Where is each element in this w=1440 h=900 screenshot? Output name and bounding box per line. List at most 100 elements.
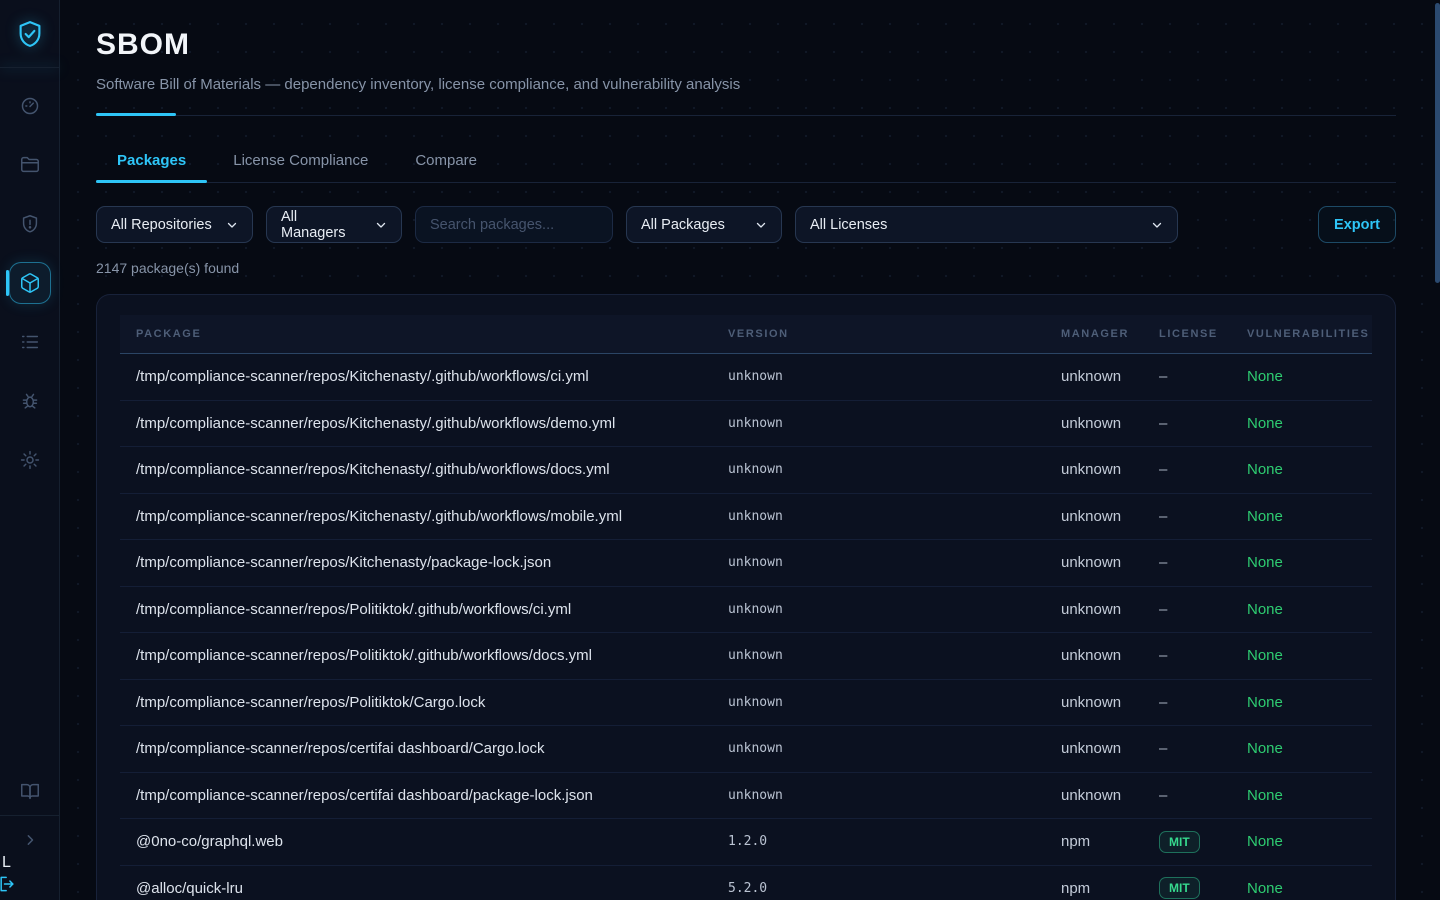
package-license: –: [1159, 601, 1247, 618]
sidebar-item-package[interactable]: [9, 262, 51, 304]
table-row[interactable]: /tmp/compliance-scanner/repos/Kitchenast…: [120, 447, 1372, 494]
page-title: SBOM: [96, 28, 1396, 62]
licenses-select-value: All Licenses: [810, 217, 887, 233]
package-manager: unknown: [1061, 787, 1159, 804]
package-license: –: [1159, 368, 1247, 385]
vulnerability-status: None: [1247, 508, 1356, 525]
table-body: /tmp/compliance-scanner/repos/Kitchenast…: [120, 354, 1372, 900]
package-manager: npm: [1061, 880, 1159, 897]
package-path: /tmp/compliance-scanner/repos/Kitchenast…: [136, 461, 728, 478]
package-license: –: [1159, 647, 1247, 664]
managers-select[interactable]: All Managers: [266, 206, 402, 243]
package-path: /tmp/compliance-scanner/repos/Politiktok…: [136, 694, 728, 711]
packages-table-card: PACKAGE VERSION MANAGER LICENSE VULNERAB…: [96, 294, 1396, 900]
package-manager: unknown: [1061, 694, 1159, 711]
results-count: 2147 package(s) found: [96, 260, 1396, 276]
licenses-select[interactable]: All Licenses: [795, 206, 1178, 243]
table-row[interactable]: /tmp/compliance-scanner/repos/Kitchenast…: [120, 354, 1372, 401]
table-row[interactable]: /tmp/compliance-scanner/repos/Kitchenast…: [120, 494, 1372, 541]
vulnerability-status: None: [1247, 554, 1356, 571]
bug-icon: [19, 390, 41, 412]
gauge-icon: [19, 95, 41, 117]
package-manager: npm: [1061, 833, 1159, 850]
packages-select[interactable]: All Packages: [626, 206, 782, 243]
package-manager: unknown: [1061, 461, 1159, 478]
package-license: –: [1159, 461, 1247, 478]
package-version: unknown: [728, 416, 1061, 431]
vulnerability-status: None: [1247, 415, 1356, 432]
table-row[interactable]: /tmp/compliance-scanner/repos/Politiktok…: [120, 633, 1372, 680]
table-row[interactable]: /tmp/compliance-scanner/repos/Politiktok…: [120, 680, 1372, 727]
sidebar-item-list[interactable]: [9, 321, 51, 363]
package-path: /tmp/compliance-scanner/repos/certifai d…: [136, 740, 728, 757]
package-path: /tmp/compliance-scanner/repos/Politiktok…: [136, 647, 728, 664]
table-row[interactable]: @alloc/quick-lru 5.2.0 npm MIT None: [120, 866, 1372, 900]
filter-bar: All Repositories All Managers All Packag…: [96, 206, 1396, 243]
package-version: 5.2.0: [728, 881, 1061, 896]
column-header-license: LICENSE: [1159, 328, 1247, 340]
column-header-manager: MANAGER: [1061, 328, 1159, 340]
sidebar-item-folder[interactable]: [9, 144, 51, 186]
tab-packages[interactable]: Packages: [96, 152, 207, 182]
search-input[interactable]: [415, 206, 613, 243]
column-header-vulnerabilities: VULNERABILITIES: [1247, 328, 1369, 340]
package-license: –: [1159, 740, 1247, 757]
package-manager: unknown: [1061, 601, 1159, 618]
package-manager: unknown: [1061, 415, 1159, 432]
vulnerability-status: None: [1247, 833, 1356, 850]
vulnerability-status: None: [1247, 880, 1356, 897]
managers-select-value: All Managers: [281, 209, 365, 241]
vulnerability-status: None: [1247, 601, 1356, 618]
repositories-select[interactable]: All Repositories: [96, 206, 253, 243]
sidebar-item-docs[interactable]: [9, 773, 51, 809]
package-manager: unknown: [1061, 740, 1159, 757]
sidebar-item-gauge[interactable]: [9, 85, 51, 127]
table-row[interactable]: /tmp/compliance-scanner/repos/Politiktok…: [120, 587, 1372, 634]
table-row[interactable]: @0no-co/graphql.web 1.2.0 npm MIT None: [120, 819, 1372, 866]
package-license: –: [1159, 508, 1247, 525]
table-row[interactable]: /tmp/compliance-scanner/repos/Kitchenast…: [120, 401, 1372, 448]
sidebar-nav: [0, 85, 59, 481]
sidebar-item-shield-alert[interactable]: [9, 203, 51, 245]
tab-bar: Packages License Compliance Compare: [96, 152, 1396, 183]
package-version: unknown: [728, 509, 1061, 524]
package-version: unknown: [728, 695, 1061, 710]
vulnerability-status: None: [1247, 694, 1356, 711]
vulnerability-status: None: [1247, 740, 1356, 757]
package-path: /tmp/compliance-scanner/repos/Kitchenast…: [136, 554, 728, 571]
package-path: /tmp/compliance-scanner/repos/Kitchenast…: [136, 508, 728, 525]
tab-license-compliance[interactable]: License Compliance: [212, 152, 389, 182]
package-path: @0no-co/graphql.web: [136, 833, 728, 850]
package-license: –: [1159, 554, 1247, 571]
logout-overflow[interactable]: L: [2, 855, 22, 891]
package-version: unknown: [728, 369, 1061, 384]
package-license: –: [1159, 694, 1247, 711]
package-path: /tmp/compliance-scanner/repos/certifai d…: [136, 787, 728, 804]
table-row[interactable]: /tmp/compliance-scanner/repos/certifai d…: [120, 726, 1372, 773]
tab-compare[interactable]: Compare: [394, 152, 498, 182]
logout-icon: [0, 874, 17, 894]
book-icon: [19, 780, 41, 802]
export-button[interactable]: Export: [1318, 206, 1396, 243]
table-row[interactable]: /tmp/compliance-scanner/repos/certifai d…: [120, 773, 1372, 820]
list-icon: [19, 331, 41, 353]
table-row[interactable]: /tmp/compliance-scanner/repos/Kitchenast…: [120, 540, 1372, 587]
sidebar-item-bug[interactable]: [9, 380, 51, 422]
app-logo[interactable]: [0, 0, 59, 68]
package-license: –: [1159, 787, 1247, 804]
package-icon: [19, 272, 41, 294]
package-version: unknown: [728, 741, 1061, 756]
vulnerability-status: None: [1247, 461, 1356, 478]
packages-select-value: All Packages: [641, 217, 725, 233]
chevron-down-icon: [1151, 219, 1163, 231]
scrollbar-thumb[interactable]: [1435, 3, 1440, 283]
package-path: /tmp/compliance-scanner/repos/Politiktok…: [136, 601, 728, 618]
title-divider: [96, 113, 1396, 116]
shield-alert-icon: [19, 213, 41, 235]
folder-icon: [19, 154, 41, 176]
column-header-package: PACKAGE: [136, 328, 728, 340]
sidebar-item-gear[interactable]: [9, 439, 51, 481]
table-header-row: PACKAGE VERSION MANAGER LICENSE VULNERAB…: [120, 315, 1372, 354]
sidebar-collapse-toggle[interactable]: [9, 822, 51, 858]
vulnerability-status: None: [1247, 787, 1356, 804]
